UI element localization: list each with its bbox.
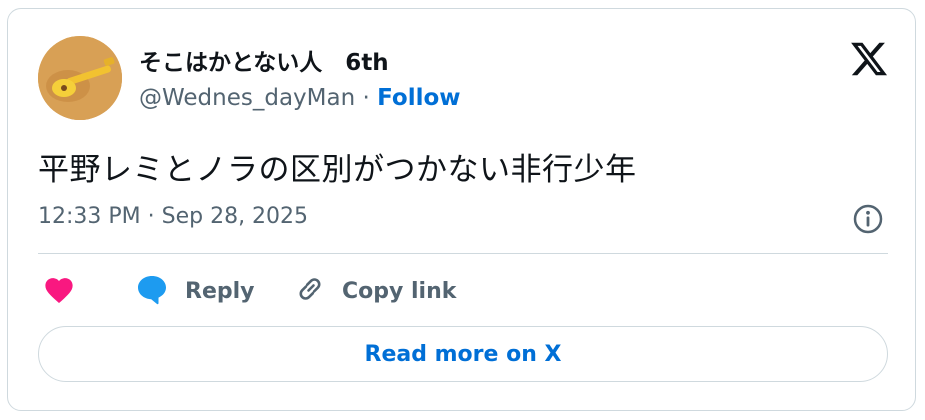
speech-bubble-icon (135, 273, 169, 309)
handle-separator: · (362, 85, 370, 111)
reply-button[interactable]: Reply (135, 271, 255, 311)
read-more-button[interactable]: Read more on X (38, 326, 888, 382)
author-handle[interactable]: @Wednes_dayMan (139, 85, 355, 111)
tweet-embed-card: そこはかとない人 6th @Wednes_dayMan · Follow 平野レ… (7, 8, 916, 411)
info-icon[interactable] (852, 203, 884, 235)
tweet-text: 平野レミとノラの区別がつかない非行少年 (38, 152, 637, 188)
author-display-name[interactable]: そこはかとない人 6th (139, 43, 389, 77)
copy-link-button[interactable]: Copy link (294, 271, 456, 311)
like-button[interactable] (42, 271, 76, 311)
guitar-avatar-icon (38, 36, 122, 120)
divider (38, 253, 888, 254)
copy-link-label: Copy link (342, 278, 457, 304)
avatar[interactable] (38, 36, 122, 120)
reply-label: Reply (185, 278, 255, 304)
heart-icon (42, 274, 76, 308)
link-icon (294, 273, 326, 309)
x-logo-icon[interactable] (849, 39, 889, 79)
follow-button[interactable]: Follow (377, 85, 460, 111)
tweet-timestamp[interactable]: 12:33 PM · Sep 28, 2025 (38, 204, 308, 229)
author-handle-row: @Wednes_dayMan · Follow (139, 85, 461, 111)
